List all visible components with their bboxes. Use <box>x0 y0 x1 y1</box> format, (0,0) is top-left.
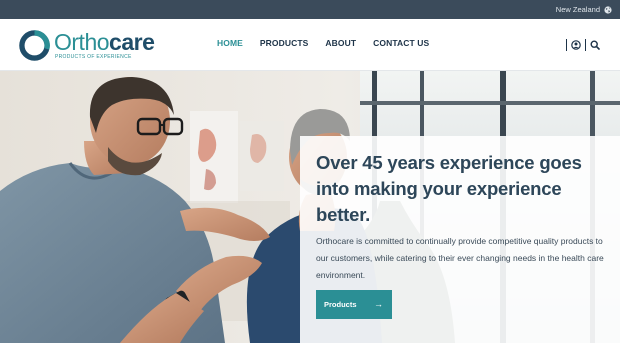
site-header: Orthocare PRODUCTS OF EXPERIENCE HOME PR… <box>0 19 620 71</box>
nav-item-contact-us[interactable]: CONTACT US <box>373 38 429 52</box>
products-button[interactable]: Products → <box>316 290 392 319</box>
arrow-right-icon: → <box>374 299 383 309</box>
divider <box>585 39 586 51</box>
logo-tagline: PRODUCTS OF EXPERIENCE <box>55 53 132 60</box>
hero-text-panel: Over 45 years experience goes into makin… <box>300 136 620 343</box>
main-nav: HOME PRODUCTS ABOUT CONTACT US <box>217 38 429 52</box>
logo-word-ortho: Ortho <box>54 28 110 55</box>
orthocare-logo[interactable]: Orthocare PRODUCTS OF EXPERIENCE <box>19 28 155 61</box>
nav-item-about[interactable]: ABOUT <box>325 38 356 52</box>
hero-headline: Over 45 years experience goes into makin… <box>316 152 582 225</box>
logo-word-care: care <box>109 28 155 55</box>
search-icon[interactable] <box>590 40 600 50</box>
top-utility-bar: New Zealand <box>0 0 620 19</box>
nav-item-products[interactable]: PRODUCTS <box>260 38 309 52</box>
logo-wordmark: Orthocare PRODUCTS OF EXPERIENCE <box>54 28 155 60</box>
nav-item-home[interactable]: HOME <box>217 38 243 52</box>
region-selector[interactable]: New Zealand <box>556 3 612 16</box>
products-button-label: Products <box>324 300 357 309</box>
account-icon[interactable] <box>571 40 581 50</box>
globe-icon <box>604 5 612 14</box>
hero-description: Orthocare is committed to continually pr… <box>316 236 604 280</box>
header-icon-group <box>566 38 600 52</box>
hero-section: Over 45 years experience goes into makin… <box>0 71 620 343</box>
logo-mark-icon <box>19 29 50 61</box>
logo-word: Orthocare <box>54 28 155 55</box>
region-label: New Zealand <box>555 5 600 14</box>
divider <box>566 39 567 51</box>
